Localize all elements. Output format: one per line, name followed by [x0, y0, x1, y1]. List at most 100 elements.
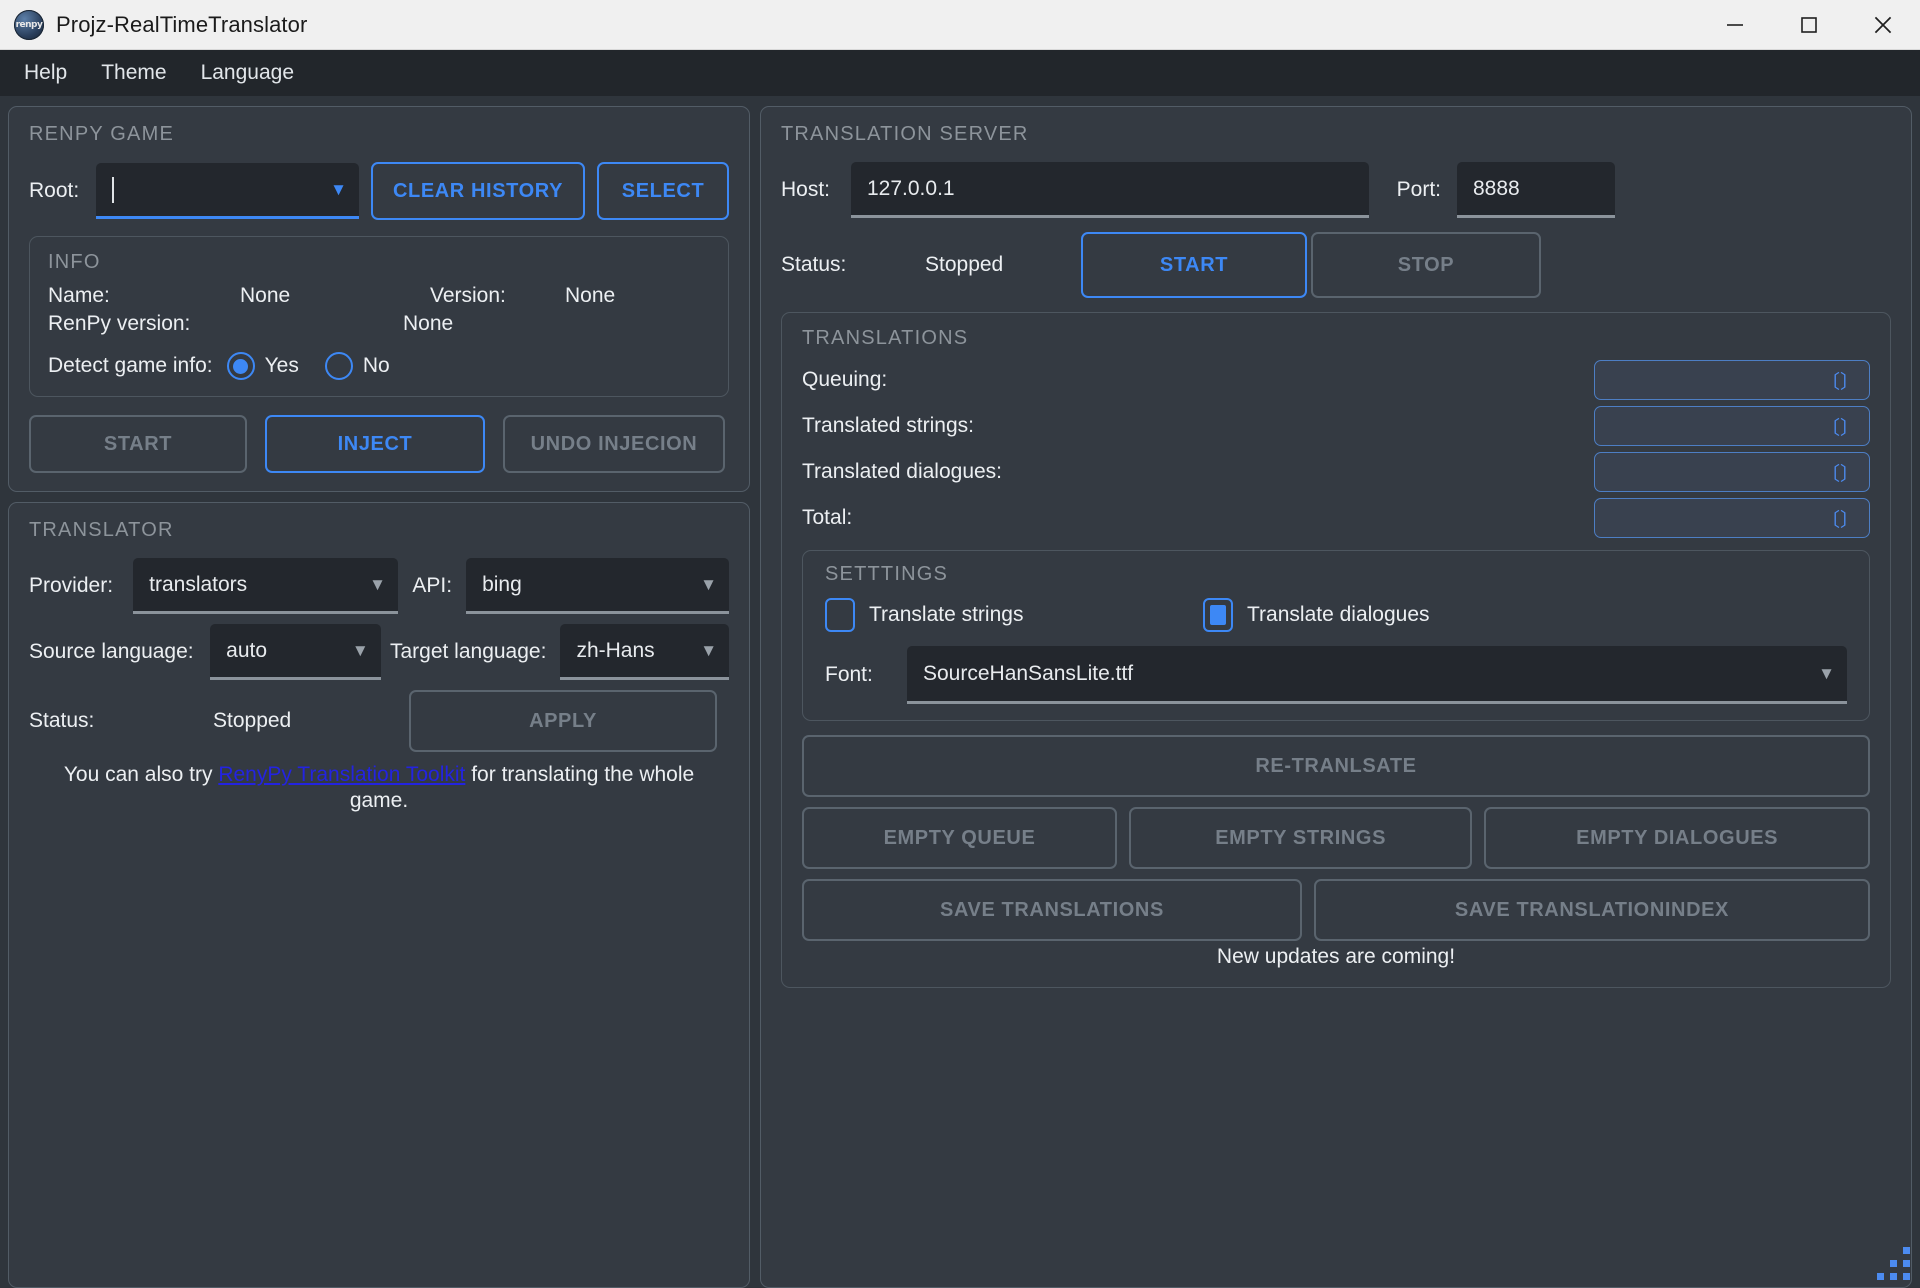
host-label: Host:	[781, 178, 831, 201]
translation-server-group: TRANSLATION SERVER Host: 127.0.0.1 Port:…	[760, 106, 1912, 1288]
translation-server-title: TRANSLATION SERVER	[781, 123, 1029, 145]
translations-subgroup: TRANSLATIONS Queuing: 〔〕 Translated stri…	[781, 312, 1891, 988]
server-status-row: Status: Stopped START STOP	[781, 232, 1891, 298]
info-version-label: Version:	[430, 284, 506, 307]
title-bar: renpy Projz-RealTimeTranslator	[0, 0, 1920, 50]
app-logo-icon: renpy	[14, 9, 44, 40]
save-translations-button[interactable]: SAVE TRANSLATIONS	[802, 879, 1302, 941]
empty-strings-button[interactable]: EMPTY STRINGS	[1128, 807, 1473, 869]
app-logo-text: renpy	[15, 19, 43, 30]
radio-no[interactable]: No	[324, 352, 390, 380]
progress-glyph-icon: 〔〕	[1820, 370, 1859, 393]
left-column: RENPY GAME Root: ▼ CLEAR HISTORY SELECT …	[8, 106, 750, 1288]
empty-queue-button[interactable]: EMPTY QUEUE	[802, 807, 1117, 869]
source-language-label: Source language:	[29, 640, 194, 663]
renpy-game-title: RENPY GAME	[29, 123, 174, 145]
settings-checkbox-row: Translate strings Translate dialogues	[825, 598, 1847, 632]
info-version-value: None	[565, 284, 616, 307]
radio-yes-icon	[226, 352, 255, 380]
menu-bar: Help Theme Language	[0, 50, 1920, 96]
menu-item-help[interactable]: Help	[10, 55, 81, 91]
server-start-button[interactable]: START	[1081, 232, 1307, 298]
total-progress-field[interactable]: 〔〕	[1594, 498, 1870, 538]
translations-row-queuing: Queuing: 〔〕	[802, 360, 1870, 400]
renpy-translation-toolkit-link[interactable]: RenyPy Translation Toolkit	[218, 763, 465, 786]
translate-dialogues-checkbox[interactable]: Translate dialogues	[1203, 598, 1430, 632]
provider-label: Provider:	[29, 574, 114, 597]
host-row: Host: 127.0.0.1 Port: 8888	[781, 162, 1891, 218]
radio-yes[interactable]: Yes	[226, 352, 299, 380]
api-combobox[interactable]: bing ▼	[466, 558, 729, 614]
translated-dialogues-label: Translated dialogues:	[802, 460, 1003, 483]
translator-hint: You can also try RenyPy Translation Tool…	[29, 762, 729, 815]
queuing-progress-field[interactable]: 〔〕	[1594, 360, 1870, 400]
font-label: Font:	[825, 663, 873, 686]
game-action-buttons: START INJECT UNDO INJECION	[29, 415, 729, 473]
radio-no-label: No	[362, 354, 390, 377]
inject-button[interactable]: INJECT	[265, 415, 485, 473]
re-translate-button[interactable]: RE-TRANLSATE	[802, 735, 1870, 797]
undo-injection-button[interactable]: UNDO INJECION	[503, 415, 725, 473]
port-input[interactable]: 8888	[1457, 162, 1615, 218]
target-language-combobox[interactable]: zh-Hans ▼	[560, 624, 730, 680]
translations-row-total: Total: 〔〕	[802, 498, 1870, 538]
chevron-down-icon: ▼	[351, 641, 369, 660]
select-button[interactable]: SELECT	[597, 162, 729, 220]
minimize-button[interactable]	[1698, 0, 1772, 50]
chevron-down-icon: ▼	[1818, 664, 1835, 683]
translate-strings-checkbox[interactable]: Translate strings	[825, 598, 1203, 632]
translator-hint-prefix: You can also try	[63, 763, 219, 786]
translations-row-strings: Translated strings: 〔〕	[802, 406, 1870, 446]
source-language-value: auto	[226, 638, 268, 662]
provider-row: Provider: translators ▼ API: bing ▼	[29, 558, 729, 614]
maximize-button[interactable]	[1772, 0, 1846, 50]
translate-strings-label: Translate strings	[869, 603, 1024, 626]
info-renpy-version-label: RenPy version:	[48, 312, 191, 335]
progress-glyph-icon: 〔〕	[1820, 462, 1859, 485]
translate-dialogues-label: Translate dialogues	[1247, 603, 1430, 626]
footer-note: New updates are coming!	[1216, 945, 1456, 968]
translated-strings-progress-field[interactable]: 〔〕	[1594, 406, 1870, 446]
root-combobox[interactable]: ▼	[95, 163, 359, 219]
font-combobox[interactable]: SourceHanSansLite.ttf ▼	[907, 646, 1847, 704]
port-label: Port:	[1396, 178, 1441, 201]
server-status-value: Stopped	[925, 253, 1004, 276]
info-name-row: Name: None Version: None	[48, 284, 710, 308]
target-language-value: zh-Hans	[576, 638, 655, 662]
save-buttons-row: SAVE TRANSLATIONS SAVE TRANSLATIONINDEX	[802, 879, 1870, 941]
menu-item-language[interactable]: Language	[187, 55, 308, 91]
info-title: INFO	[48, 251, 101, 273]
server-stop-button[interactable]: STOP	[1311, 232, 1541, 298]
root-label: Root:	[29, 179, 80, 202]
provider-combobox[interactable]: translators ▼	[133, 558, 398, 614]
chevron-down-icon: ▼	[700, 575, 717, 594]
progress-glyph-icon: 〔〕	[1820, 508, 1859, 531]
info-subgroup: INFO Name: None Version: None RenPy vers…	[29, 236, 729, 397]
translator-group: TRANSLATOR Provider: translators ▼ API: …	[8, 502, 750, 1288]
queuing-label: Queuing:	[802, 368, 888, 391]
window-title: Projz-RealTimeTranslator	[56, 11, 308, 37]
empty-dialogues-button[interactable]: EMPTY DIALOGUES	[1484, 807, 1870, 869]
total-label: Total:	[802, 506, 853, 529]
server-status-label: Status:	[781, 253, 847, 276]
close-button[interactable]	[1846, 0, 1920, 50]
game-start-button[interactable]: START	[29, 415, 247, 473]
host-input[interactable]: 127.0.0.1	[851, 162, 1369, 218]
translated-strings-label: Translated strings:	[802, 414, 974, 437]
save-translationindex-button[interactable]: SAVE TRANSLATIONINDEX	[1313, 879, 1870, 941]
api-value: bing	[482, 572, 522, 596]
translated-dialogues-progress-field[interactable]: 〔〕	[1594, 452, 1870, 492]
menu-item-theme[interactable]: Theme	[87, 55, 180, 91]
api-label: API:	[412, 574, 453, 597]
info-renpy-version-row: RenPy version: None	[48, 312, 710, 336]
resize-grip[interactable]	[1870, 1242, 1910, 1280]
clear-history-button[interactable]: CLEAR HISTORY	[370, 162, 586, 220]
settings-subgroup: SETTTINGS Translate strings Translate di…	[802, 550, 1870, 721]
title-bar-left: renpy Projz-RealTimeTranslator	[0, 9, 1698, 40]
radio-no-icon	[324, 352, 353, 380]
info-renpy-version-value: None	[403, 312, 454, 335]
source-language-combobox[interactable]: auto ▼	[210, 624, 381, 680]
apply-button[interactable]: APPLY	[409, 690, 717, 752]
root-row: Root: ▼ CLEAR HISTORY SELECT	[29, 162, 729, 220]
chevron-down-icon: ▼	[330, 180, 347, 199]
